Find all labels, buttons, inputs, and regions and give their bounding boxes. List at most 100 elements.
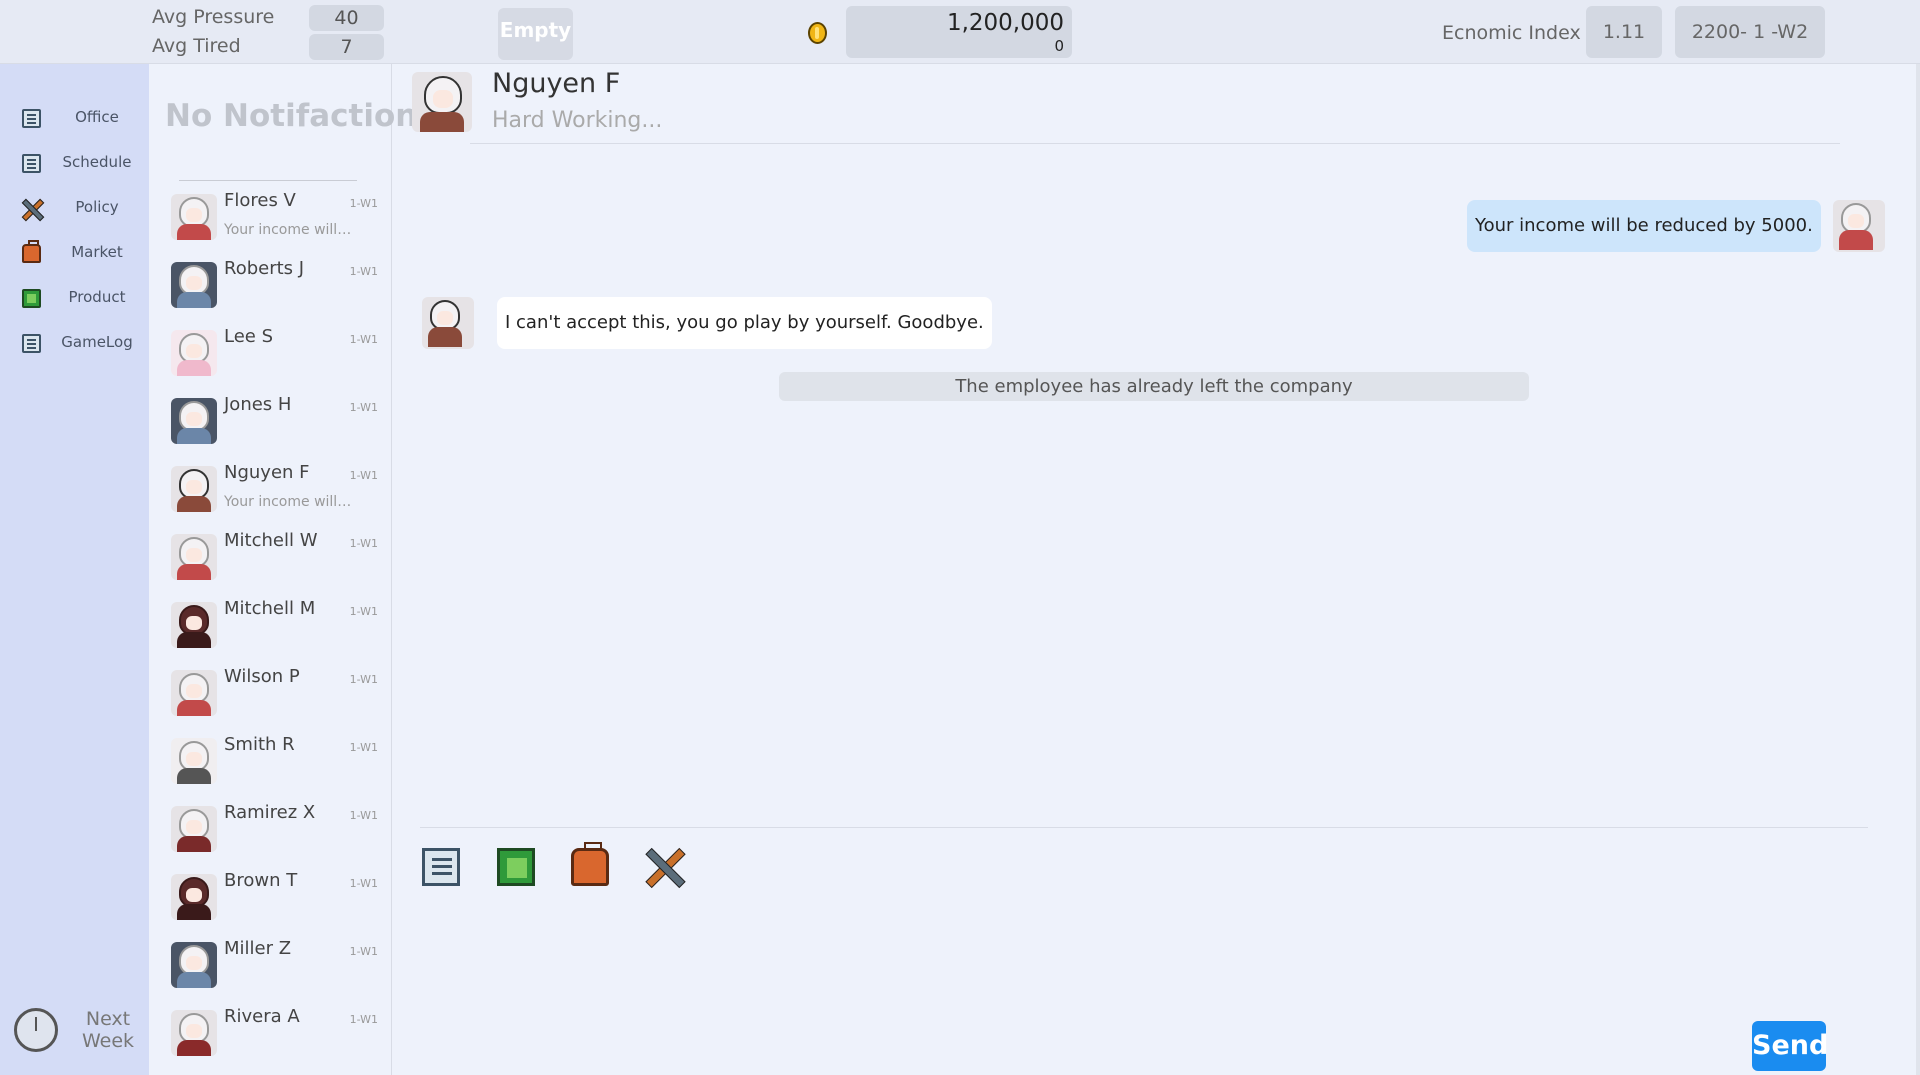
divider — [179, 180, 357, 181]
outgoing-message: Your income will be reduced by 5000. — [1467, 200, 1821, 252]
contact-item[interactable]: Mitchell M 1-W1 — [149, 592, 392, 660]
contact-time: 1-W1 — [349, 673, 378, 686]
notification-placeholder: No Notifaction — [165, 98, 418, 134]
divider — [420, 827, 1868, 828]
ledger-icon — [22, 109, 41, 128]
avatar — [171, 330, 217, 376]
economic-index-value: 1.11 — [1586, 6, 1662, 58]
contact-time: 1-W1 — [349, 945, 378, 958]
contact-time: 1-W1 — [349, 877, 378, 890]
contact-time: 1-W1 — [349, 809, 378, 822]
avatar — [171, 874, 217, 920]
contact-time: 1-W1 — [349, 401, 378, 414]
nav-sidebar: Office Schedule Policy Market Product Ga… — [0, 64, 149, 1075]
contact-name: Wilson P — [224, 666, 300, 687]
contact-item[interactable]: Wilson P 1-W1 — [149, 660, 392, 728]
incoming-message: I can't accept this, you go play by your… — [497, 297, 992, 349]
contact-name: Flores V — [224, 190, 296, 211]
contact-time: 1-W1 — [349, 537, 378, 550]
nav-item-label: Policy — [75, 198, 119, 216]
avatar — [171, 398, 217, 444]
avatar — [171, 534, 217, 580]
money-display: 1,200,000 0 — [846, 6, 1072, 58]
empty-button[interactable]: Empty — [498, 8, 573, 60]
contact-name: Roberts J — [224, 258, 305, 279]
avatar — [171, 194, 217, 240]
nav-item-label: GameLog — [61, 333, 133, 351]
contact-item[interactable]: Roberts J 1-W1 — [149, 252, 392, 320]
avatar — [171, 806, 217, 852]
nav-item-label: Schedule — [62, 153, 132, 171]
tools-icon[interactable] — [645, 848, 683, 886]
contact-time: 1-W1 — [349, 333, 378, 346]
contact-time: 1-W1 — [349, 197, 378, 210]
chat-contact-name: Nguyen F — [492, 68, 621, 99]
ledger-icon — [22, 154, 41, 173]
contact-item[interactable]: Jones H 1-W1 — [149, 388, 392, 456]
avatar — [171, 738, 217, 784]
contact-name: Smith R — [224, 734, 295, 755]
contact-preview: Your income will be reduced by 5000. — [224, 222, 354, 238]
contact-time: 1-W1 — [349, 741, 378, 754]
contact-item[interactable]: Mitchell W 1-W1 — [149, 524, 392, 592]
contact-time: 1-W1 — [349, 605, 378, 618]
contact-name: Jones H — [224, 394, 292, 415]
contact-name: Nguyen F — [224, 462, 310, 483]
nav-item-schedule[interactable]: Schedule — [0, 145, 149, 181]
coin-icon — [808, 22, 827, 44]
nav-item-product[interactable]: Product — [0, 280, 149, 316]
nav-item-label: Market — [71, 243, 123, 261]
contact-name: Brown T — [224, 870, 298, 891]
next-week-button[interactable]: Next Week — [78, 1008, 138, 1052]
contact-item[interactable]: Miller Z 1-W1 — [149, 932, 392, 1000]
money-delta: 0 — [1054, 37, 1064, 55]
avatar — [171, 942, 217, 988]
contact-item[interactable]: Flores V 1-W1 Your income will be reduce… — [149, 184, 392, 252]
contact-time: 1-W1 — [349, 1013, 378, 1026]
avatar — [171, 670, 217, 716]
nav-item-policy[interactable]: Policy — [0, 190, 149, 226]
nav-item-label: Office — [75, 108, 119, 126]
avatar — [171, 602, 217, 648]
avg-tired-label: Avg Tired — [152, 35, 241, 57]
money-amount: 1,200,000 — [946, 10, 1064, 36]
nav-item-market[interactable]: Market — [0, 235, 149, 271]
bag-icon — [22, 240, 41, 263]
clock-icon[interactable] — [14, 1008, 58, 1052]
nav-item-gamelog[interactable]: GameLog — [0, 325, 149, 361]
ledger-icon — [22, 334, 41, 353]
avatar — [171, 1010, 217, 1056]
game-date: 2200- 1 -W2 — [1675, 6, 1825, 58]
contact-list: No Notifaction Flores V 1-W1 Your income… — [149, 64, 417, 1075]
tools-icon — [22, 199, 41, 218]
economic-index-label: Ecnomic Index — [1442, 22, 1581, 44]
contact-preview: Your income will be reduced by 5000. — [224, 494, 354, 510]
scrollbar[interactable] — [1916, 64, 1920, 1075]
contact-item[interactable]: Smith R 1-W1 — [149, 728, 392, 796]
bag-icon[interactable] — [571, 842, 609, 886]
contact-time: 1-W1 — [349, 265, 378, 278]
system-message: The employee has already left the compan… — [779, 372, 1529, 401]
ledger-icon[interactable] — [422, 848, 460, 886]
contact-item[interactable]: Lee S 1-W1 — [149, 320, 392, 388]
contact-item[interactable]: Ramirez X 1-W1 — [149, 796, 392, 864]
contact-item[interactable]: Brown T 1-W1 — [149, 864, 392, 932]
top-bar: Avg Pressure 40 Avg Tired 7 Empty 1,200,… — [0, 0, 1920, 64]
contact-name: Lee S — [224, 326, 274, 347]
contact-name: Rivera A — [224, 1006, 300, 1027]
chip-icon[interactable] — [497, 848, 535, 886]
send-button[interactable]: Send — [1752, 1021, 1828, 1071]
chip-icon — [22, 289, 41, 308]
chat-contact-status: Hard Working... — [492, 108, 663, 133]
contact-name: Mitchell W — [224, 530, 318, 551]
avatar — [171, 466, 217, 512]
nav-item-office[interactable]: Office — [0, 100, 149, 136]
contact-item[interactable]: Rivera A 1-W1 — [149, 1000, 392, 1068]
avatar — [171, 262, 217, 308]
avatar — [422, 297, 474, 349]
contact-name: Ramirez X — [224, 802, 316, 823]
contact-item[interactable]: Nguyen F 1-W1 Your income will be reduce… — [149, 456, 392, 524]
divider — [470, 143, 1840, 144]
nav-item-label: Product — [68, 288, 126, 306]
avg-pressure-label: Avg Pressure — [152, 6, 275, 28]
